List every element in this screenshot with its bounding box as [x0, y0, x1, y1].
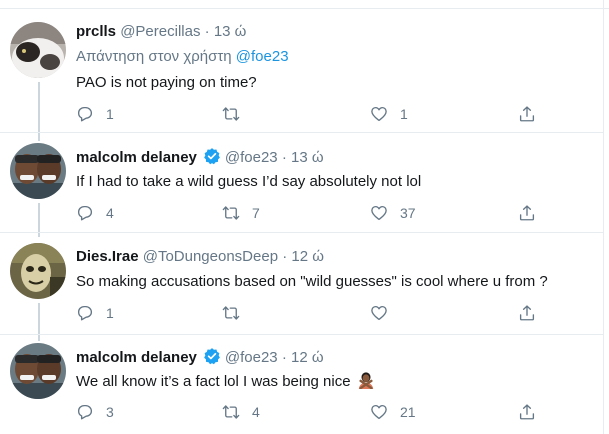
replying-to: Απάντηση στον χρήστη @foe23	[76, 47, 289, 67]
top-border	[0, 8, 609, 9]
share-button[interactable]	[518, 202, 536, 224]
avatar-mask-image	[10, 243, 66, 299]
avatar[interactable]	[10, 22, 66, 78]
retweet-icon	[222, 304, 240, 322]
reply-count: 4	[106, 205, 114, 221]
share-icon	[518, 304, 536, 322]
timestamp[interactable]: 13 ώ	[291, 149, 324, 166]
avatar-photo-image	[10, 143, 66, 199]
reply-count: 1	[106, 305, 114, 321]
user-handle[interactable]: @foe23	[225, 149, 278, 166]
timestamp[interactable]: 12 ώ	[291, 349, 324, 366]
timestamp[interactable]: 12 ώ	[291, 248, 324, 265]
heart-icon	[370, 105, 388, 123]
like-count: 37	[400, 205, 416, 221]
tweet-header: malcolm delaney @foe23 · 13 ώ	[76, 147, 324, 168]
retweet-button[interactable]: 7	[222, 202, 260, 224]
like-button[interactable]	[370, 302, 400, 324]
heart-icon	[370, 304, 388, 322]
tweet-actions: 4 7 37	[76, 202, 536, 224]
tweet-text-line: We all know it’s a fact lol I was being …	[76, 371, 375, 392]
tweet-1[interactable]: prclls @Perecillas · 13 ώ Απάντηση στον …	[0, 10, 603, 134]
person-gesturing-no-emoji	[358, 372, 373, 389]
avatar-photo-image	[10, 343, 66, 399]
like-button[interactable]: 21	[370, 401, 416, 423]
thread-line	[38, 335, 40, 341]
heart-icon	[370, 403, 388, 421]
retweet-icon	[222, 204, 240, 222]
user-handle[interactable]: @Perecillas	[120, 23, 200, 40]
separator-dot: ·	[282, 248, 288, 265]
tweet-3[interactable]: Dies.Irae @ToDungeonsDeep · 12 ώ So maki…	[0, 233, 603, 341]
reply-count: 3	[106, 404, 114, 420]
tweet-actions: 1	[76, 302, 536, 324]
reply-icon	[76, 403, 94, 421]
tweet-text: We all know it’s a fact lol I was being …	[76, 373, 351, 390]
retweet-button[interactable]: 4	[222, 401, 260, 423]
reply-button[interactable]: 4	[76, 202, 114, 224]
share-button[interactable]	[518, 103, 536, 125]
tweet-header: Dies.Irae @ToDungeonsDeep · 12 ώ	[76, 247, 324, 267]
reply-button[interactable]: 1	[76, 302, 114, 324]
display-name[interactable]: prclls	[76, 23, 116, 40]
tweet-actions: 1 1	[76, 103, 536, 125]
like-button[interactable]: 37	[370, 202, 416, 224]
avatar-cat-image	[10, 22, 66, 78]
display-name[interactable]: malcolm delaney	[76, 349, 197, 366]
avatar[interactable]	[10, 243, 66, 299]
reply-button[interactable]: 3	[76, 401, 114, 423]
user-handle[interactable]: @foe23	[225, 349, 278, 366]
reply-button[interactable]: 1	[76, 103, 114, 125]
share-icon	[518, 204, 536, 222]
retweet-button[interactable]	[222, 103, 252, 125]
like-button[interactable]: 1	[370, 103, 408, 125]
tweet-header: prclls @Perecillas · 13 ώ	[76, 22, 246, 42]
right-border	[603, 0, 604, 434]
share-icon	[518, 105, 536, 123]
avatar[interactable]	[10, 343, 66, 399]
retweet-count: 7	[252, 205, 260, 221]
reply-count: 1	[106, 106, 114, 122]
retweet-count: 4	[252, 404, 260, 420]
tweet-4[interactable]: malcolm delaney @foe23 · 12 ώ We all know…	[0, 335, 603, 434]
share-button[interactable]	[518, 302, 536, 324]
tweet-actions: 3 4 21	[76, 401, 536, 423]
tweet-text: If I had to take a wild guess I’d say ab…	[76, 173, 422, 190]
share-icon	[518, 403, 536, 421]
verified-badge-icon	[203, 147, 221, 165]
user-handle[interactable]: @ToDungeonsDeep	[143, 248, 278, 265]
tweet-header: malcolm delaney @foe23 · 12 ώ	[76, 347, 324, 368]
avatar[interactable]	[10, 143, 66, 199]
like-count: 1	[400, 106, 408, 122]
thread-line	[38, 82, 40, 134]
retweet-icon	[222, 403, 240, 421]
tweet-text: So making accusations based on "wild gue…	[76, 273, 548, 290]
verified-badge-icon	[203, 347, 221, 365]
retweet-button[interactable]	[222, 302, 252, 324]
like-count: 21	[400, 404, 416, 420]
reply-icon	[76, 304, 94, 322]
reply-icon	[76, 204, 94, 222]
display-name[interactable]: malcolm delaney	[76, 149, 197, 166]
separator-dot: ·	[204, 23, 210, 40]
tweet-text: PAO is not paying on time?	[76, 74, 257, 91]
tweet-2[interactable]: malcolm delaney @foe23 · 13 ώ If I had to…	[0, 133, 603, 237]
separator-dot: ·	[281, 349, 287, 366]
replying-to-mention[interactable]: @foe23	[236, 48, 289, 65]
share-button[interactable]	[518, 401, 536, 423]
reply-icon	[76, 105, 94, 123]
thread-line	[38, 133, 40, 141]
timestamp[interactable]: 13 ώ	[214, 23, 247, 40]
separator-dot: ·	[281, 149, 287, 166]
retweet-icon	[222, 105, 240, 123]
display-name[interactable]: Dies.Irae	[76, 248, 139, 265]
replying-to-label: Απάντηση στον χρήστη	[76, 48, 232, 65]
heart-icon	[370, 204, 388, 222]
